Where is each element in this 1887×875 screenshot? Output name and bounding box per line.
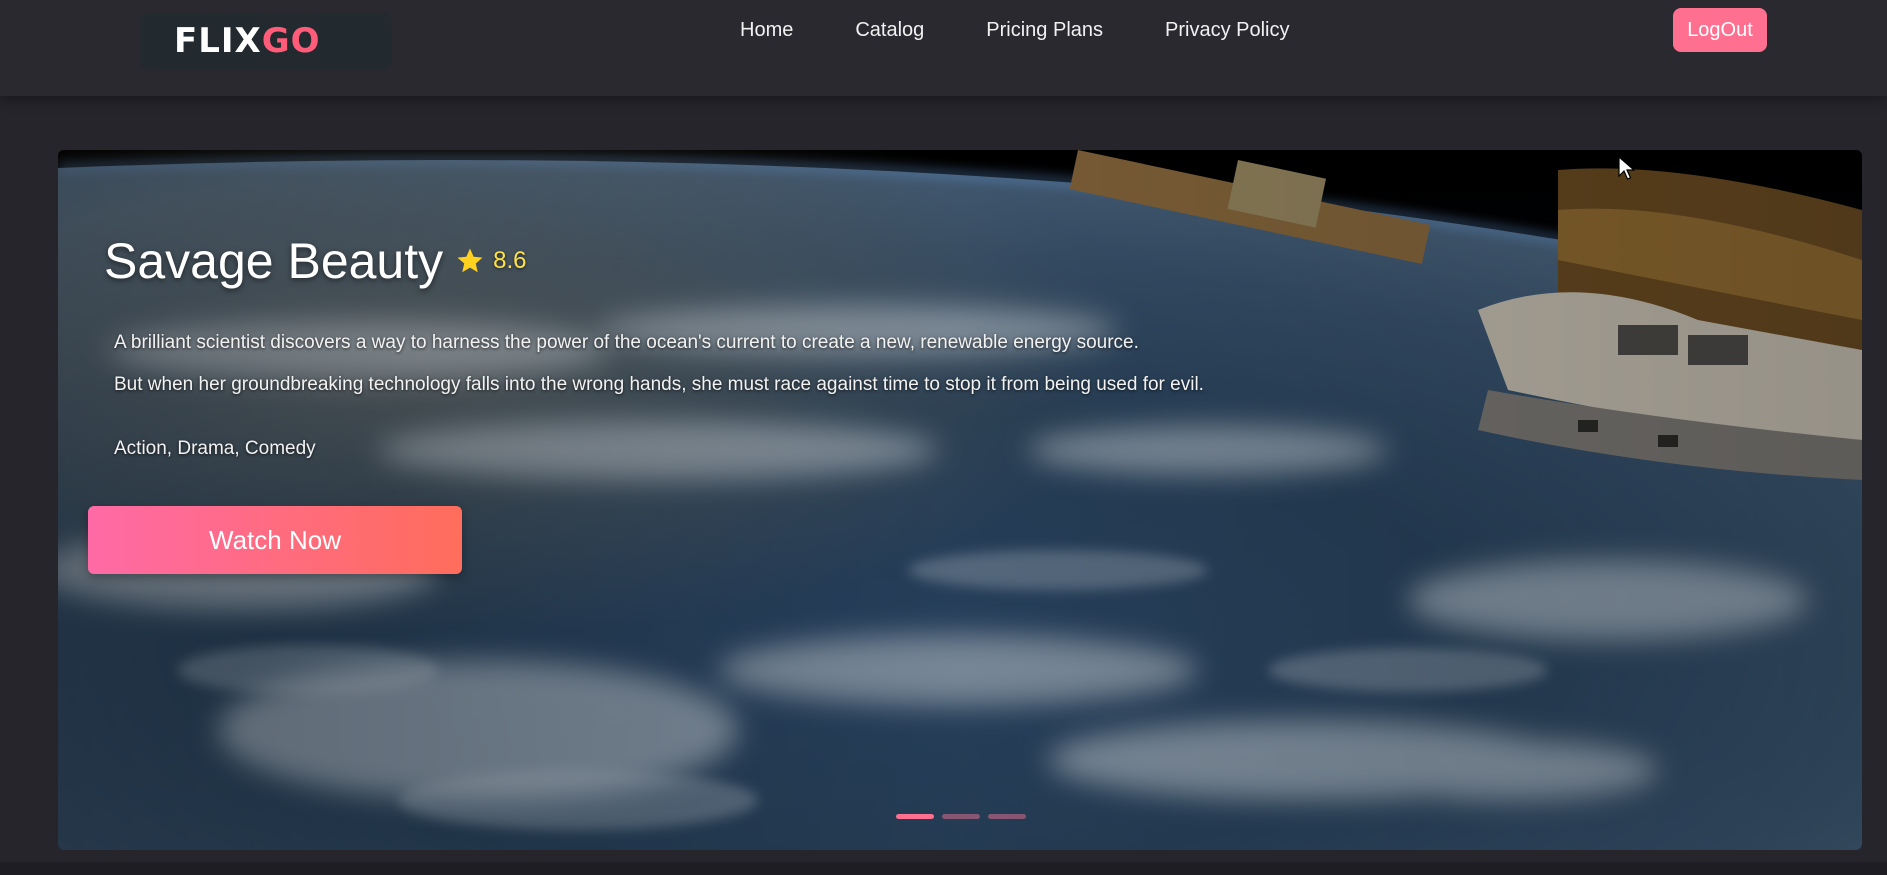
page: FLIX GO Home Catalog Pricing Plans Privac… <box>0 0 1887 875</box>
movie-genres: Action, Drama, Comedy <box>114 438 316 459</box>
logo[interactable]: FLIX GO <box>140 13 392 69</box>
movie-description: A brilliant scientist discovers a way to… <box>114 322 1204 406</box>
logo-text-primary: FLIX <box>174 21 262 61</box>
logout-button[interactable]: LogOut <box>1673 8 1767 52</box>
slide-dot-3[interactable] <box>988 814 1026 819</box>
star-icon <box>457 248 483 273</box>
slide-indicators <box>896 814 1026 819</box>
movie-rating: 8.6 <box>493 247 527 274</box>
nav-home[interactable]: Home <box>740 18 793 42</box>
logo-text-accent: GO <box>261 21 321 61</box>
nav-catalog[interactable]: Catalog <box>855 18 924 42</box>
slide-dot-1[interactable] <box>896 814 934 819</box>
cursor-icon <box>1618 156 1636 180</box>
description-line-1: A brilliant scientist discovers a way to… <box>114 332 1139 353</box>
slide-dot-2[interactable] <box>942 814 980 819</box>
site-header: FLIX GO Home Catalog Pricing Plans Privac… <box>0 0 1887 96</box>
main-nav: Home Catalog Pricing Plans Privacy Polic… <box>740 18 1352 42</box>
nav-pricing-plans[interactable]: Pricing Plans <box>986 18 1103 42</box>
hero-banner: Savage Beauty 8.6 A brilliant scientist … <box>58 150 1862 850</box>
bottom-strip <box>0 862 1887 875</box>
movie-title: Savage Beauty <box>104 233 444 289</box>
watch-now-button[interactable]: Watch Now <box>88 506 462 574</box>
nav-privacy-policy[interactable]: Privacy Policy <box>1165 18 1289 42</box>
hero-title-row: Savage Beauty 8.6 <box>104 232 527 290</box>
description-line-2: But when her groundbreaking technology f… <box>114 374 1204 395</box>
